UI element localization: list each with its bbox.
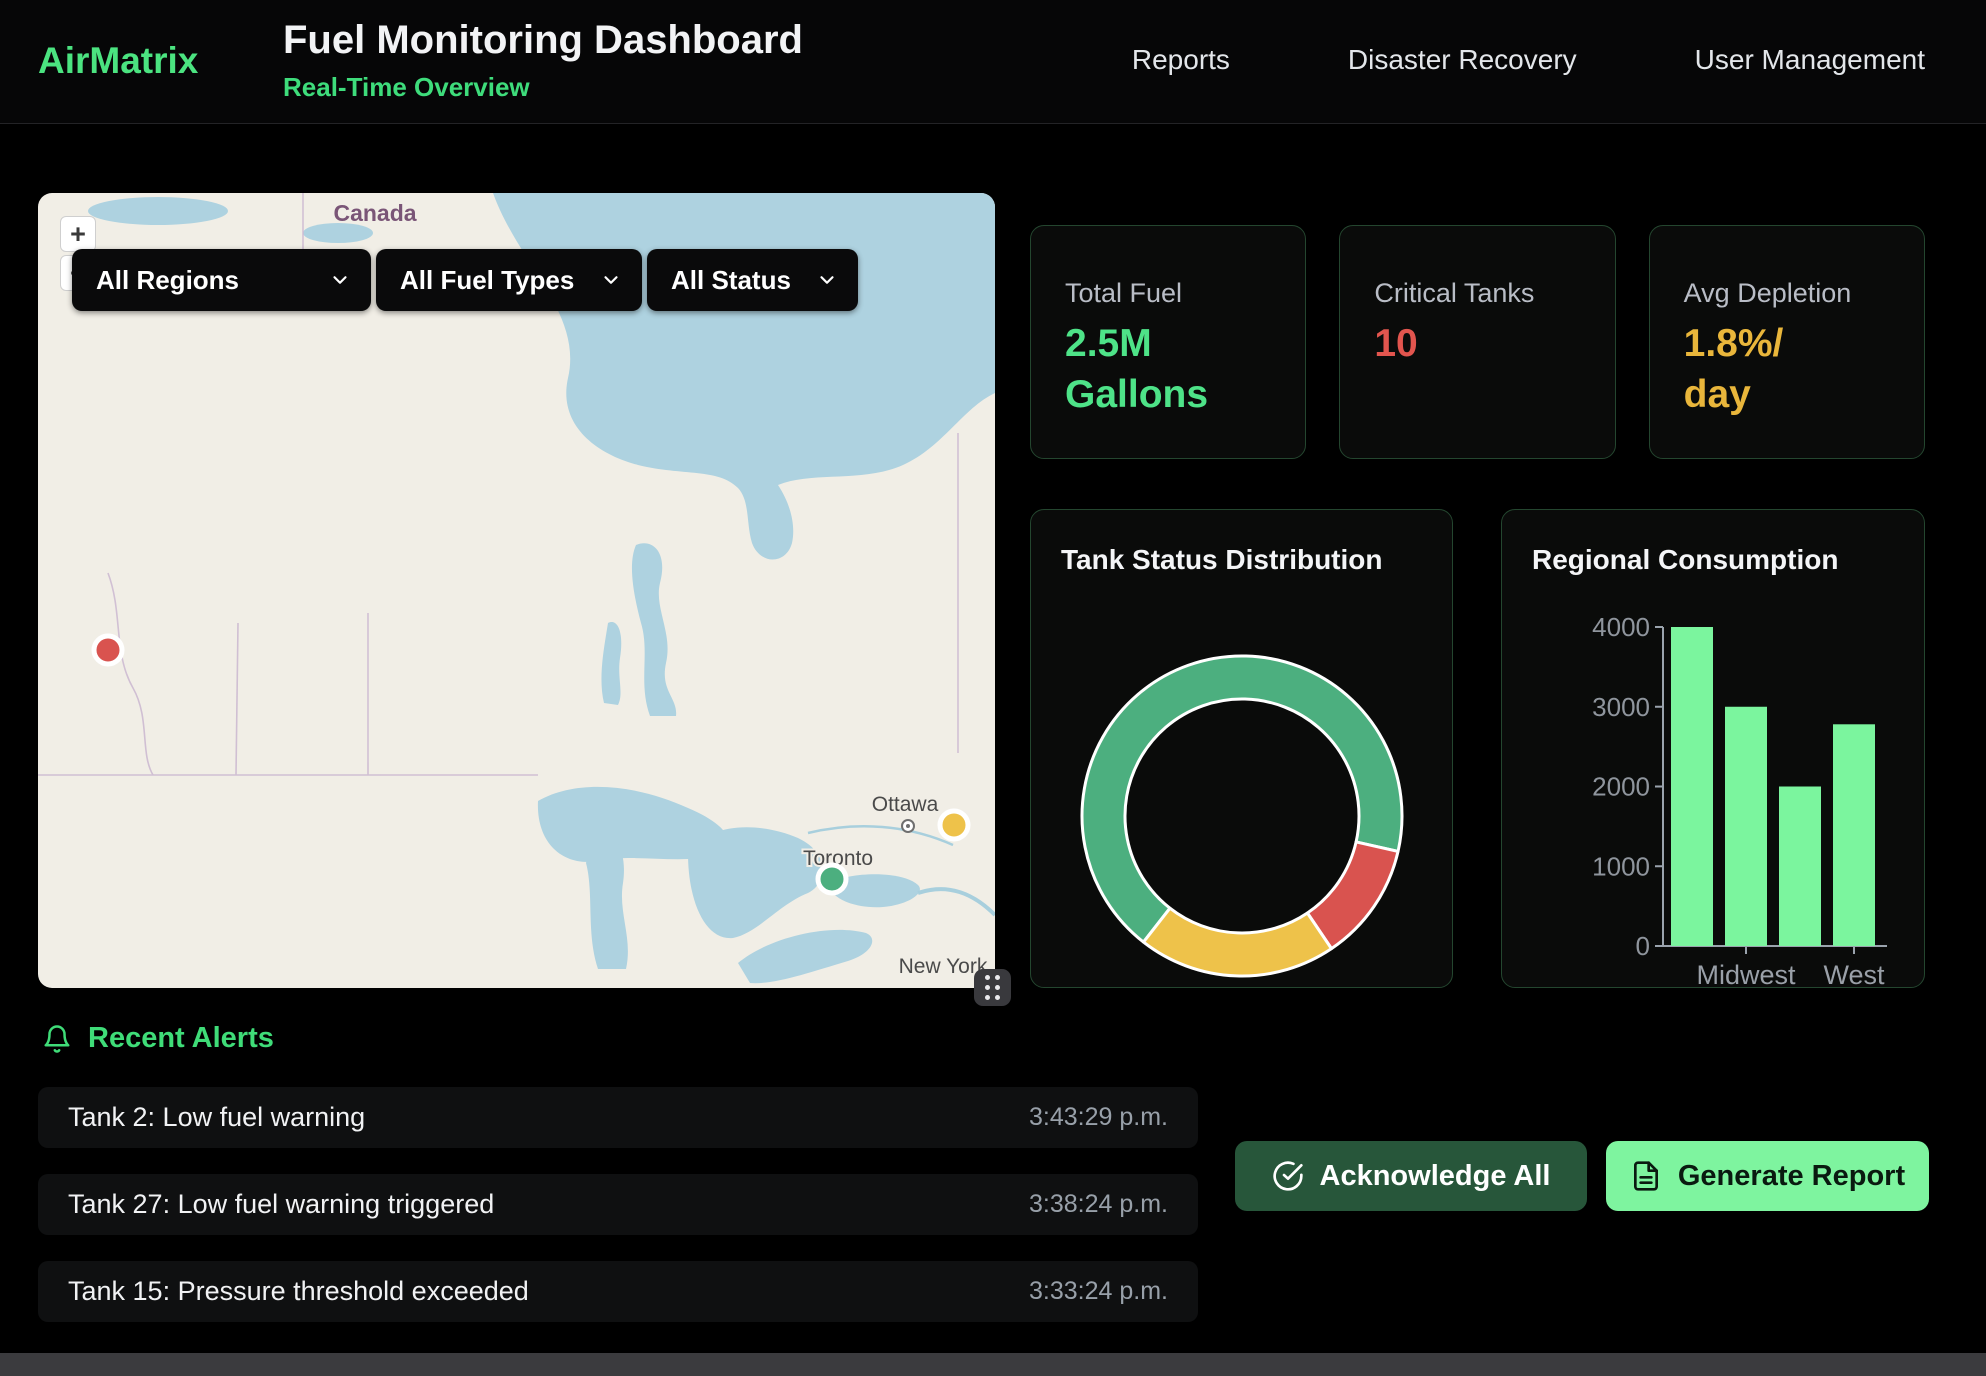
report-document-icon xyxy=(1630,1160,1662,1192)
map-canvas[interactable]: CanadaOttawaTorontoNew York + − All Regi… xyxy=(38,193,995,988)
filter-dropdown-all-fuel-types[interactable]: All Fuel Types xyxy=(376,249,642,311)
tank-status-panel: Tank Status Distribution xyxy=(1030,509,1453,988)
lake-erie xyxy=(738,930,872,983)
nav-item-disaster-recovery[interactable]: Disaster Recovery xyxy=(1348,44,1577,76)
lake-manitoba xyxy=(601,622,621,705)
alert-timestamp: 3:43:29 p.m. xyxy=(1029,1103,1168,1132)
filter-label: All Status xyxy=(671,265,791,296)
stat-card-critical-tanks: Critical Tanks 10 xyxy=(1339,225,1615,459)
recent-alerts-title: Recent Alerts xyxy=(88,1022,274,1055)
map-label-country: Canada xyxy=(333,200,416,226)
filter-label: All Fuel Types xyxy=(400,265,574,296)
map-panel: CanadaOttawaTorontoNew York + − All Regi… xyxy=(38,193,995,988)
bell-icon xyxy=(42,1024,72,1054)
alert-text: Tank 27: Low fuel warning triggered xyxy=(68,1189,494,1220)
acknowledge-all-button[interactable]: Acknowledge All xyxy=(1235,1141,1587,1211)
filter-dropdown-all-regions[interactable]: All Regions xyxy=(72,249,371,311)
chevron-down-icon xyxy=(600,269,622,291)
filter-label: All Regions xyxy=(96,265,239,296)
acknowledge-all-label: Acknowledge All xyxy=(1320,1160,1551,1193)
tank-marker-warning[interactable] xyxy=(940,811,968,839)
alert-row[interactable]: Tank 2: Low fuel warning 3:43:29 p.m. xyxy=(38,1087,1198,1148)
map-zoom-in-button[interactable]: + xyxy=(60,216,96,252)
bar-region-1[interactable] xyxy=(1671,627,1713,946)
x-axis-tick-label: Midwest xyxy=(1696,960,1796,989)
y-axis-tick-label: 1000 xyxy=(1592,851,1650,881)
app-header: AirMatrix Fuel Monitoring Dashboard Real… xyxy=(0,0,1986,124)
lake-huron xyxy=(688,827,823,938)
check-circle-icon xyxy=(1272,1160,1304,1192)
map-label-ottawa: Ottawa xyxy=(872,793,939,816)
main-nav: Reports Disaster Recovery User Management xyxy=(1132,44,1925,76)
stat-card-value: 2.5MGallons xyxy=(1065,319,1271,420)
ottawa-river xyxy=(808,826,953,845)
stat-card-value: 10 xyxy=(1374,319,1580,370)
stat-card-label: Critical Tanks xyxy=(1374,278,1580,309)
bar-west[interactable] xyxy=(1833,724,1875,946)
alert-list: Tank 2: Low fuel warning3:43:29 p.m.Tank… xyxy=(38,1087,1198,1348)
x-axis-tick-label: West xyxy=(1823,960,1885,989)
y-axis-tick-label: 2000 xyxy=(1592,772,1650,802)
resize-grip-handle[interactable] xyxy=(974,969,1011,1006)
page-subtitle: Real-Time Overview xyxy=(283,72,530,103)
y-axis-tick-label: 4000 xyxy=(1592,612,1650,642)
chevron-down-icon xyxy=(329,269,351,291)
st-lawrence-river xyxy=(918,889,995,915)
generate-report-button[interactable]: Generate Report xyxy=(1606,1141,1929,1211)
nav-item-user-management[interactable]: User Management xyxy=(1695,44,1925,76)
stat-card-avg-depletion: Avg Depletion 1.8%/day xyxy=(1649,225,1925,459)
alert-timestamp: 3:38:24 p.m. xyxy=(1029,1190,1168,1219)
alert-timestamp: 3:33:24 p.m. xyxy=(1029,1277,1168,1306)
hudson-bay-water xyxy=(493,193,995,560)
tank-status-title: Tank Status Distribution xyxy=(1061,544,1383,576)
brand-logo[interactable]: AirMatrix xyxy=(38,40,198,82)
map-svg: CanadaOttawaTorontoNew York xyxy=(38,193,995,988)
tank-marker-critical[interactable] xyxy=(94,636,122,664)
stat-card-total-fuel: Total Fuel 2.5MGallons xyxy=(1030,225,1306,459)
stat-card-value: 1.8%/day xyxy=(1684,319,1890,420)
regional-consumption-panel: 0 1000 2000 3000 4000 Midwest West Regional Co… xyxy=(1501,509,1925,988)
alert-row[interactable]: Tank 27: Low fuel warning triggered 3:38:… xyxy=(38,1174,1198,1235)
donut-segment-warning[interactable] xyxy=(1143,908,1331,976)
nav-item-reports[interactable]: Reports xyxy=(1132,44,1230,76)
bar-region-3[interactable] xyxy=(1779,787,1821,947)
y-axis-tick-label: 3000 xyxy=(1592,692,1650,722)
northern-lake xyxy=(303,223,373,243)
stat-card-label: Avg Depletion xyxy=(1684,278,1890,309)
stat-cards-row: Total Fuel 2.5MGallons Critical Tanks 10 Avg… xyxy=(1030,225,1925,459)
regional-consumption-title: Regional Consumption xyxy=(1532,544,1838,576)
page-title: Fuel Monitoring Dashboard xyxy=(283,18,803,63)
bar-midwest[interactable] xyxy=(1725,707,1767,946)
tank-status-donut-chart xyxy=(1031,510,1454,989)
generate-report-label: Generate Report xyxy=(1678,1160,1905,1193)
bottom-scrollbar[interactable] xyxy=(0,1353,1986,1376)
alert-row[interactable]: Tank 15: Pressure threshold exceeded 3:33… xyxy=(38,1261,1198,1322)
tank-marker-normal[interactable] xyxy=(818,865,846,893)
regional-consumption-bar-chart: 0 1000 2000 3000 4000 Midwest West xyxy=(1502,510,1926,989)
alert-text: Tank 2: Low fuel warning xyxy=(68,1102,365,1133)
lake-winnipeg xyxy=(632,543,676,716)
y-axis-tick-label: 0 xyxy=(1636,931,1650,961)
lake-michigan xyxy=(586,832,628,969)
stat-card-label: Total Fuel xyxy=(1065,278,1271,309)
alert-text: Tank 15: Pressure threshold exceeded xyxy=(68,1276,529,1307)
filter-dropdown-all-status[interactable]: All Status xyxy=(647,249,858,311)
chevron-down-icon xyxy=(816,269,838,291)
recent-alerts-header: Recent Alerts xyxy=(42,1022,274,1055)
northern-lake xyxy=(88,197,228,225)
